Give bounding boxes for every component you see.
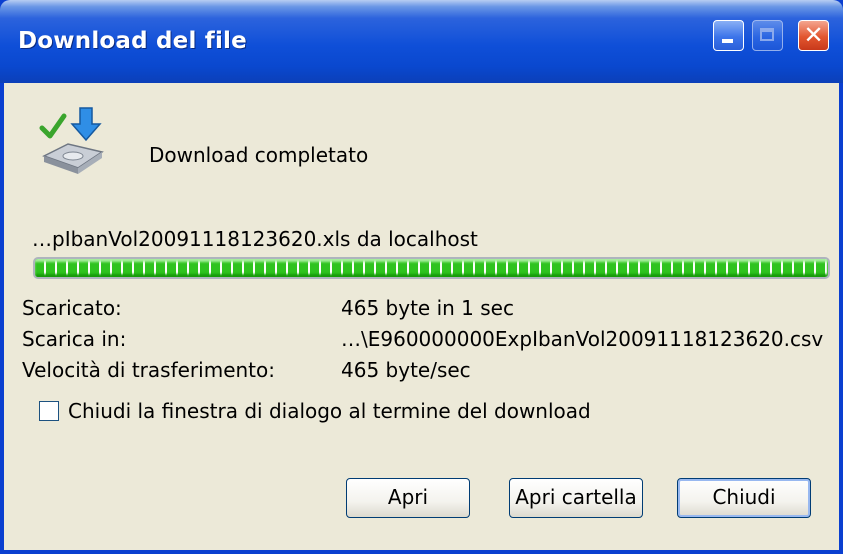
download-dialog: Download del file ✕ Download completato …	[0, 0, 843, 554]
title-bar[interactable]: Download del file ✕	[0, 0, 843, 83]
maximize-icon	[760, 28, 774, 41]
close-on-complete-label[interactable]: Chiudi la finestra di dialogo al termine…	[68, 399, 591, 423]
maximize-button[interactable]	[752, 20, 783, 51]
downloaded-value: 465 byte in 1 sec	[341, 296, 514, 320]
dialog-body: Download completato …pIbanVol20091118123…	[4, 83, 839, 550]
window-title: Download del file	[18, 28, 247, 54]
open-folder-button[interactable]: Apri cartella	[509, 478, 643, 518]
transfer-rate-label: Velocità di trasferimento:	[22, 358, 275, 382]
open-button[interactable]: Apri	[346, 478, 470, 518]
close-on-complete-checkbox[interactable]	[39, 401, 59, 421]
progress-fill	[35, 259, 828, 277]
close-window-button[interactable]: ✕	[798, 20, 829, 51]
close-button[interactable]: Chiudi	[677, 478, 811, 518]
download-to-value: …\E960000000ExpIbanVol20091118123620.csv	[341, 327, 824, 351]
download-complete-icon	[39, 107, 104, 174]
close-icon: ✕	[803, 21, 824, 49]
transfer-rate-value: 465 byte/sec	[341, 358, 471, 382]
download-to-label: Scarica in:	[22, 327, 127, 351]
downloaded-label: Scaricato:	[22, 296, 122, 320]
minimize-button[interactable]	[713, 20, 744, 51]
progress-bar	[33, 257, 830, 279]
status-text: Download completato	[149, 143, 369, 167]
minimize-icon	[722, 39, 733, 43]
file-source-text: …pIbanVol20091118123620.xls da localhost	[32, 227, 478, 251]
